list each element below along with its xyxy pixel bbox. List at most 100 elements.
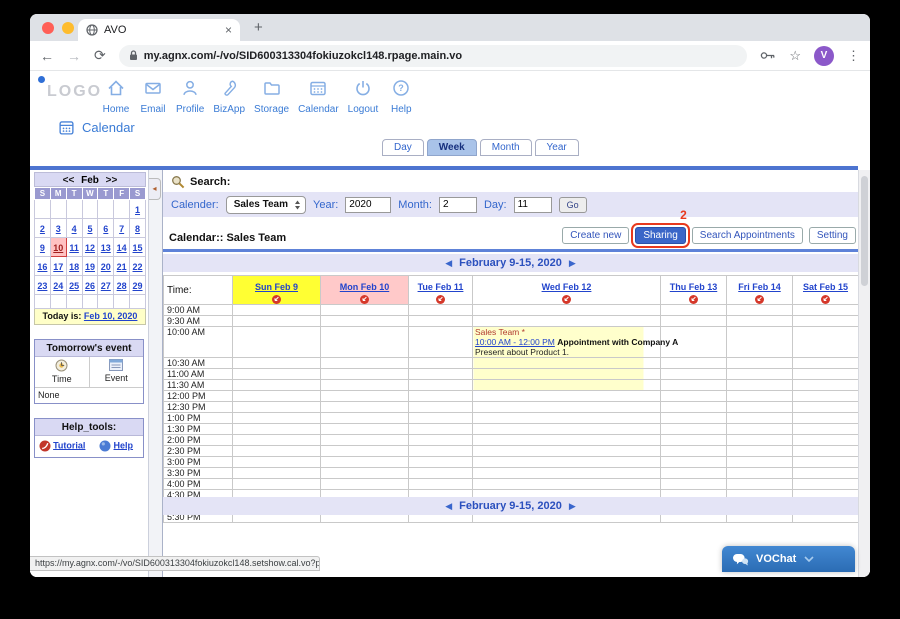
- mini-cal-cell[interactable]: 28: [113, 275, 131, 295]
- nav-item-profile[interactable]: Profile: [174, 78, 206, 115]
- mini-cal-cell[interactable]: 21: [113, 256, 131, 276]
- grid-cell[interactable]: [660, 304, 727, 316]
- day-input[interactable]: [513, 196, 552, 213]
- add-appointment-icon[interactable]: [727, 295, 792, 304]
- add-appointment-icon[interactable]: [661, 295, 726, 304]
- mini-cal-cell[interactable]: 16: [34, 256, 51, 276]
- menu-dots-icon[interactable]: ⋮: [847, 48, 860, 64]
- year-input[interactable]: [345, 196, 392, 213]
- mini-cal-date-link[interactable]: 21: [117, 262, 127, 272]
- mini-cal-date-link[interactable]: 22: [133, 262, 143, 272]
- mini-cal-cell[interactable]: 7: [113, 218, 131, 238]
- grid-cell[interactable]: [792, 368, 859, 380]
- grid-cell[interactable]: [408, 467, 473, 479]
- mini-cal-cell[interactable]: 20: [97, 256, 115, 276]
- nav-item-logout[interactable]: Logout: [346, 78, 381, 115]
- month-input[interactable]: [438, 196, 477, 213]
- grid-cell[interactable]: [472, 434, 661, 446]
- help-link[interactable]: Help: [114, 440, 134, 450]
- day-link[interactable]: Wed Feb 12: [542, 282, 592, 292]
- mini-cal-cell[interactable]: 12: [81, 237, 99, 257]
- grid-cell[interactable]: [472, 478, 661, 490]
- next-week-icon[interactable]: ▶: [569, 258, 576, 269]
- close-window-button[interactable]: [42, 22, 54, 34]
- mini-cal-date-link[interactable]: 4: [72, 224, 77, 234]
- grid-cell[interactable]: [408, 326, 473, 358]
- grid-cell[interactable]: [726, 423, 793, 435]
- grid-cell[interactable]: [726, 357, 793, 369]
- grid-cell[interactable]: [726, 412, 793, 424]
- grid-cell[interactable]: [792, 478, 859, 490]
- add-appointment-icon[interactable]: [321, 295, 408, 304]
- grid-cell[interactable]: [232, 379, 321, 391]
- grid-cell[interactable]: [232, 467, 321, 479]
- mini-cal-date-link[interactable]: 15: [133, 243, 143, 253]
- grid-cell[interactable]: [320, 390, 409, 402]
- grid-cell[interactable]: [472, 456, 661, 468]
- day-link[interactable]: Thu Feb 13: [670, 282, 718, 292]
- grid-cell[interactable]: [232, 445, 321, 457]
- grid-cell[interactable]: [472, 467, 661, 479]
- mini-cal-cell[interactable]: 18: [65, 256, 83, 276]
- grid-cell[interactable]: [472, 390, 661, 402]
- mini-cal-date-link[interactable]: 2: [40, 224, 45, 234]
- grid-cell[interactable]: [232, 456, 321, 468]
- browser-tab[interactable]: AVO ×: [78, 19, 240, 41]
- calendar-select[interactable]: Sales Team: [225, 195, 306, 214]
- grid-cell[interactable]: [232, 434, 321, 446]
- mini-cal-date-link[interactable]: 20: [101, 262, 111, 272]
- grid-cell[interactable]: [408, 368, 473, 380]
- mini-cal-cell[interactable]: 15: [129, 237, 146, 257]
- day-link[interactable]: Tue Feb 11: [418, 282, 464, 292]
- chevron-down-icon[interactable]: [804, 556, 845, 563]
- forward-icon[interactable]: →: [67, 48, 81, 64]
- grid-cell[interactable]: [726, 478, 793, 490]
- mini-cal-date-link[interactable]: 18: [69, 262, 79, 272]
- grid-cell[interactable]: [660, 401, 727, 413]
- back-icon[interactable]: ←: [40, 48, 54, 64]
- mini-cal-date-link[interactable]: 14: [117, 243, 127, 253]
- grid-cell[interactable]: [726, 368, 793, 380]
- grid-cell[interactable]: [320, 423, 409, 435]
- grid-cell[interactable]: [320, 445, 409, 457]
- new-tab-button[interactable]: +: [254, 19, 263, 36]
- mini-cal-cell[interactable]: 19: [81, 256, 99, 276]
- nav-item-help[interactable]: ? Help: [385, 78, 417, 115]
- mini-cal-cell[interactable]: 26: [81, 275, 99, 295]
- grid-cell[interactable]: [408, 315, 473, 327]
- mini-cal-cell[interactable]: 13: [97, 237, 115, 257]
- grid-cell[interactable]: [660, 390, 727, 402]
- grid-cell[interactable]: [660, 357, 727, 369]
- grid-cell[interactable]: [320, 467, 409, 479]
- go-button[interactable]: Go: [558, 196, 587, 213]
- day-link[interactable]: Mon Feb 10: [340, 282, 390, 292]
- mini-cal-date-link[interactable]: 12: [85, 243, 95, 253]
- mini-cal-cell[interactable]: 11: [65, 237, 83, 257]
- grid-cell[interactable]: [232, 423, 321, 435]
- grid-cell[interactable]: [232, 390, 321, 402]
- prev-month-link[interactable]: <<: [63, 175, 75, 186]
- grid-cell[interactable]: [660, 368, 727, 380]
- mini-cal-cell[interactable]: 4: [65, 218, 83, 238]
- grid-cell[interactable]: [232, 315, 321, 327]
- grid-cell[interactable]: [472, 315, 661, 327]
- profile-avatar[interactable]: V: [814, 45, 834, 66]
- grid-cell[interactable]: [408, 423, 473, 435]
- grid-cell[interactable]: [408, 390, 473, 402]
- grid-cell[interactable]: [472, 401, 661, 413]
- mini-cal-cell[interactable]: 8: [129, 218, 146, 238]
- grid-cell[interactable]: [792, 434, 859, 446]
- mini-cal-cell[interactable]: 9: [34, 237, 51, 257]
- grid-cell[interactable]: [320, 304, 409, 316]
- day-link[interactable]: Sat Feb 15: [803, 282, 848, 292]
- nav-item-home[interactable]: Home: [100, 78, 132, 115]
- grid-cell[interactable]: [660, 423, 727, 435]
- mini-cal-date-link[interactable]: 13: [101, 243, 111, 253]
- tutorial-link[interactable]: Tutorial: [53, 440, 85, 450]
- tab-day[interactable]: Day: [382, 139, 424, 156]
- page-scrollbar[interactable]: [858, 170, 870, 577]
- today-date-link[interactable]: Feb 10, 2020: [84, 311, 138, 321]
- setting-button[interactable]: Setting: [808, 227, 856, 244]
- prev-week-icon[interactable]: ◀: [445, 258, 452, 269]
- grid-cell[interactable]: [320, 379, 409, 391]
